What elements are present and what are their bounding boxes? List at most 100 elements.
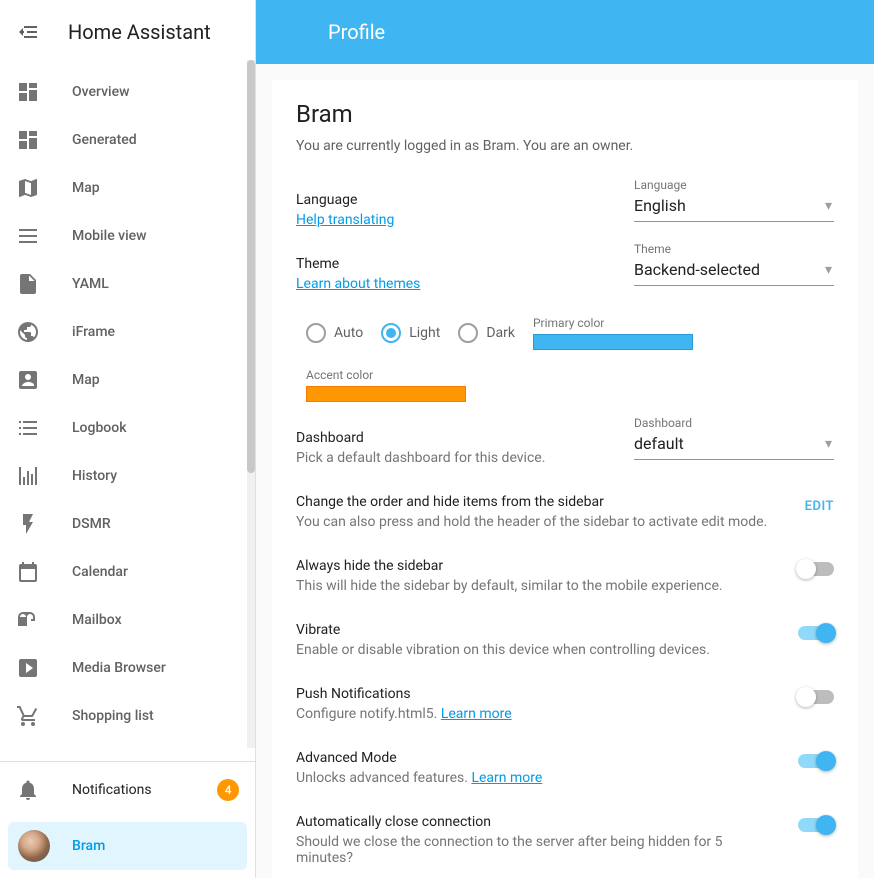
sidebar-item-generated[interactable]: Generated [0,116,255,164]
advanced-toggle[interactable] [798,754,834,768]
sidebar-item-media-browser[interactable]: Media Browser [0,644,255,692]
file-icon [16,272,40,296]
push-toggle[interactable] [798,690,834,704]
notifications-label: Notifications [72,782,152,798]
theme-title: Theme [296,256,614,272]
sidebar: Home Assistant Overview Generated Map Mobil… [0,0,256,878]
sidebar-footer: Notifications 4 Bram [0,761,255,878]
row-advanced: Advanced Mode Unlocks advanced features.… [296,736,834,800]
profile-name: Bram [296,100,834,128]
row-autoclose: Automatically close connection Should we… [296,800,834,866]
flash-icon [16,512,40,536]
main: Profile Bram You are currently logged in… [256,0,874,878]
learn-themes-link[interactable]: Learn about themes [296,276,420,292]
sidebar-item-notifications[interactable]: Notifications 4 [0,762,255,818]
mailbox-icon [16,608,40,632]
language-select[interactable]: English [634,192,834,222]
theme-select[interactable]: Backend-selected [634,256,834,286]
cart-icon [16,704,40,728]
sidebar-item-yaml[interactable]: YAML [0,260,255,308]
sidebar-item-iframe[interactable]: iFrame [0,308,255,356]
user-label: Bram [72,838,105,854]
sidebar-item-shopping-list[interactable]: Shopping list [0,692,255,740]
row-language: Language Help translating Language Engli… [296,178,834,242]
sidebar-item-mailbox[interactable]: Mailbox [0,596,255,644]
row-hide-sidebar: Always hide the sidebar This will hide t… [296,544,834,608]
sidebar-item-label: Map [72,372,100,388]
sidebar-item-calendar[interactable]: Calendar [0,548,255,596]
sidebar-item-label: History [72,468,117,484]
topbar: Profile [256,0,874,64]
row-push: Push Notifications Configure notify.html… [296,672,834,736]
sidebar-item-label: iFrame [72,324,115,340]
bell-icon [16,778,40,802]
dashboard-select-label: Dashboard [634,416,692,430]
theme-select-label: Theme [634,242,671,256]
menu-collapse-button[interactable] [16,20,40,44]
sidebar-item-label: Mailbox [72,612,122,628]
play-box-icon [16,656,40,680]
sidebar-item-label: Calendar [72,564,128,580]
sidebar-item-label: Logbook [72,420,127,436]
dashboard-select[interactable]: default [634,430,834,460]
dashboard-icon [16,80,40,104]
row-dashboard: Dashboard Pick a default dashboard for t… [296,416,834,480]
sidebar-item-map[interactable]: Map [0,164,255,212]
sidebar-item-user[interactable]: Bram [8,822,247,870]
menu-icon [16,20,40,44]
advanced-learn-more-link[interactable]: Learn more [471,770,542,786]
theme-mode-auto[interactable]: Auto [306,323,363,343]
accent-color-swatch[interactable] [306,386,466,402]
app-title: Home Assistant [68,20,211,44]
sidebar-item-logbook[interactable]: Logbook [0,404,255,452]
language-title: Language [296,192,614,208]
radio-checked-icon [381,323,401,343]
page-title: Profile [328,20,385,44]
dashboard-icon [16,128,40,152]
dashboard-title: Dashboard [296,430,614,446]
sidebar-item-label: Shopping list [72,708,154,724]
autoclose-toggle[interactable] [798,818,834,832]
vibrate-toggle[interactable] [798,626,834,640]
theme-mode-dark[interactable]: Dark [458,323,515,343]
sidebar-item-label: Overview [72,84,129,100]
primary-color-swatch[interactable] [533,334,693,350]
calendar-icon [16,560,40,584]
sidebar-item-label: Mobile view [72,228,147,244]
help-translating-link[interactable]: Help translating [296,212,394,228]
sidebar-scrollbar[interactable] [247,60,255,748]
sidebar-item-label: Generated [72,132,137,148]
push-learn-more-link[interactable]: Learn more [441,706,512,722]
sidebar-item-mobile-view[interactable]: Mobile view [0,212,255,260]
primary-color-group: Primary color [533,316,693,350]
list-icon [16,224,40,248]
chart-icon [16,464,40,488]
globe-icon [16,320,40,344]
avatar [18,830,50,862]
sidebar-item-label: Media Browser [72,660,166,676]
sidebar-item-label: Map [72,180,100,196]
sidebar-header: Home Assistant [0,0,255,64]
row-theme: Theme Learn about themes Theme Backend-s… [296,242,834,306]
sidebar-edit-desc: You can also press and hold the header o… [296,514,785,530]
hide-sidebar-toggle[interactable] [798,562,834,576]
accent-color-group: Accent color [306,368,466,402]
sidebar-item-label: YAML [72,276,109,292]
edit-sidebar-button[interactable]: EDIT [805,499,834,514]
theme-mode-light[interactable]: Light [381,323,440,343]
sidebar-item-overview[interactable]: Overview [0,68,255,116]
sidebar-item-map[interactable]: Map [0,356,255,404]
row-sidebar-edit: Change the order and hide items from the… [296,480,834,544]
dashboard-desc: Pick a default dashboard for this device… [296,450,614,466]
sidebar-item-history[interactable]: History [0,452,255,500]
map-icon [16,176,40,200]
sidebar-nav: Overview Generated Map Mobile view YAML iFram… [0,64,255,761]
sidebar-edit-title: Change the order and hide items from the… [296,494,785,510]
profile-subtitle: You are currently logged in as Bram. You… [296,138,834,154]
row-vibrate: Vibrate Enable or disable vibration on t… [296,608,834,672]
radio-icon [306,323,326,343]
sidebar-item-dsmr[interactable]: DSMR [0,500,255,548]
notifications-badge: 4 [217,779,239,801]
row-theme-options: Auto Light Dark Primary color Accent col… [296,306,834,416]
sidebar-item-label: DSMR [72,516,111,532]
